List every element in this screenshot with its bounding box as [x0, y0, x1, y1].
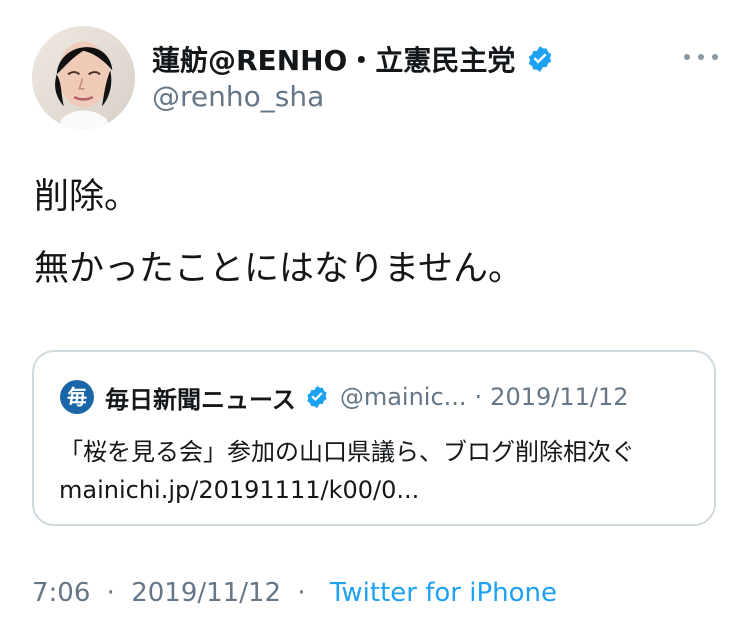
avatar[interactable]	[32, 26, 135, 129]
mainichi-logo-icon: 毎	[60, 380, 94, 414]
tweet-text-line-2: 無かったことにはなりません。	[34, 249, 523, 290]
quoted-tweet-separator: ·	[474, 383, 483, 411]
avatar-photo	[32, 26, 135, 129]
quoted-tweet-text: 「桜を見る会」参加の山口県議ら、ブログ削除相次ぐ mainichi.jp/201…	[59, 438, 635, 504]
quoted-tweet-name[interactable]: 毎日新聞ニュース	[105, 380, 296, 415]
quoted-verified-badge-icon	[307, 385, 327, 409]
quoted-tweet-header[interactable]: 毎 毎日新聞ニュース @mainic... · 2019/11/12	[59, 379, 629, 415]
verified-badge-icon	[529, 46, 552, 72]
quoted-tweet-date[interactable]: 2019/11/12	[490, 383, 628, 411]
footer-separator-2: ·	[297, 578, 306, 608]
tweet-text: 削除。 無かったことにはなりません。	[34, 174, 724, 294]
svg-text:毎: 毎	[67, 385, 87, 409]
tweet: 蓮舫@RENHO・立憲民主党 @renho_sha 削除。 無かったことにはなり…	[0, 0, 750, 630]
more-dot	[712, 54, 718, 60]
author-name-row[interactable]: 蓮舫@RENHO・立憲民主党	[152, 40, 555, 78]
handle[interactable]: @renho_sha	[152, 80, 324, 113]
more-dot	[698, 54, 704, 60]
tweet-footer: 7:06 · 2019/11/12 · Twitter for iPhone	[32, 578, 557, 608]
tweet-date[interactable]: 2019/11/12	[131, 578, 281, 608]
display-name[interactable]: 蓮舫@RENHO・立憲民主党	[152, 39, 515, 79]
quoted-tweet-card[interactable]: 毎 毎日新聞ニュース @mainic... · 2019/11/12 「桜を見る…	[32, 350, 716, 526]
quoted-tweet-handle[interactable]: @mainic...	[340, 383, 467, 411]
more-dot	[684, 54, 690, 60]
footer-separator: ·	[106, 578, 115, 608]
tweet-source-link[interactable]: Twitter for iPhone	[330, 578, 557, 608]
more-icon[interactable]	[684, 48, 718, 66]
tweet-text-line-1: 削除。	[34, 177, 140, 217]
tweet-time[interactable]: 7:06	[32, 578, 90, 608]
